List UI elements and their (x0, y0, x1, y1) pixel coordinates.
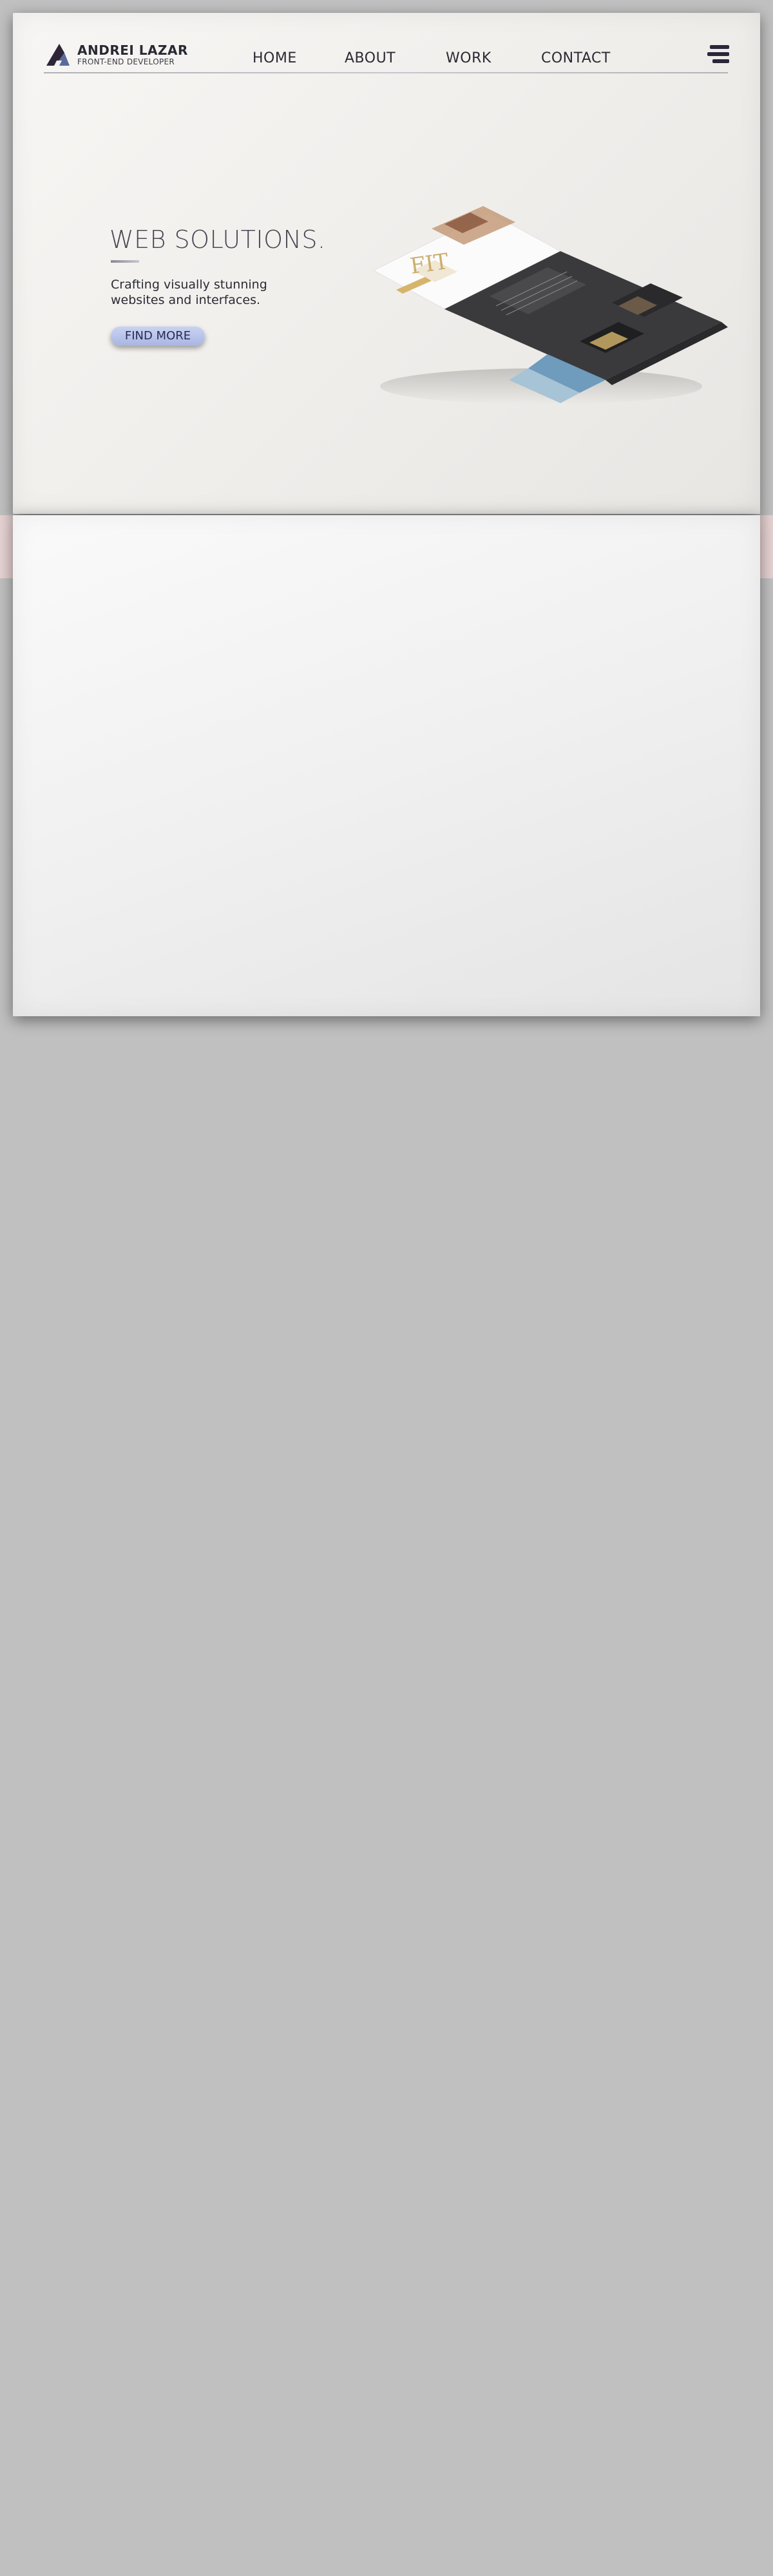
nav-item-home[interactable]: HOME (253, 50, 297, 66)
brand-name: ANDREI LAZAR (77, 43, 188, 58)
second-section (13, 515, 760, 1016)
mockup-fit-text: FIT (408, 249, 450, 279)
triangle-logo-icon (46, 44, 70, 66)
find-more-button[interactable]: FIND MORE (111, 327, 205, 346)
hero-tagline: Crafting visually stunning websites and … (111, 278, 267, 307)
nav-item-work[interactable]: WORK (446, 50, 491, 66)
brand-subtitle: FRONT-END DEVELOPER (77, 57, 175, 66)
nav-item-about[interactable]: ABOUT (345, 50, 396, 66)
hero-headline: WEB SOLUTIONS. (110, 225, 326, 254)
brand-logo[interactable]: ANDREI LAZAR FRONT-END DEVELOPER (44, 41, 188, 68)
headline-underline (111, 260, 139, 263)
header-divider (44, 72, 728, 73)
hamburger-menu-icon[interactable] (707, 45, 729, 64)
hero-section: ANDREI LAZAR FRONT-END DEVELOPER HOME AB… (13, 13, 760, 514)
nav-item-contact[interactable]: CONTACT (541, 50, 611, 66)
website-mockup-image: FIT (372, 206, 728, 404)
